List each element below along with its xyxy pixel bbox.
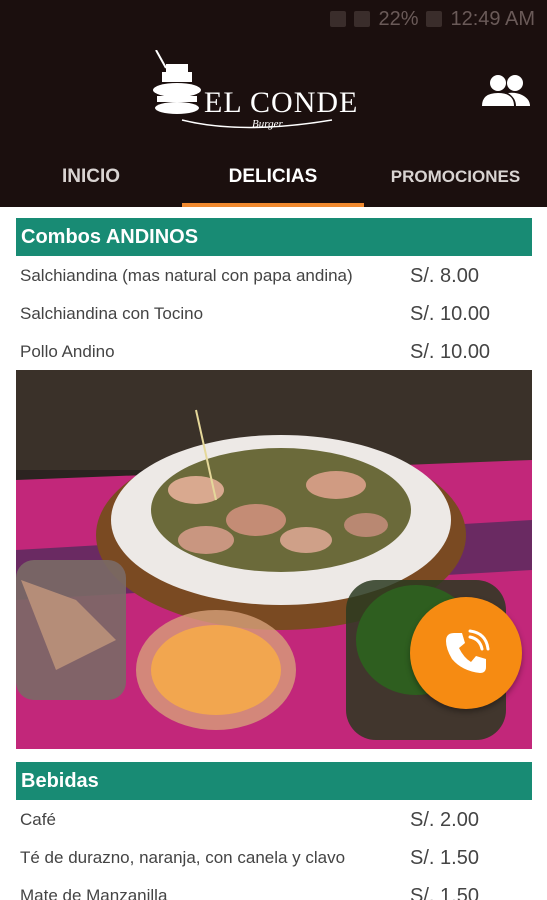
app-bar: 22% 12:49 AM EL CONDE Burger INICIO DELI… xyxy=(0,0,547,207)
item-name: Pollo Andino xyxy=(20,342,115,361)
item-name: Mate de Manzanilla xyxy=(20,886,168,900)
tab-label: INICIO xyxy=(61,165,121,187)
item-price: S/. 10.00 xyxy=(410,303,491,325)
menu-content[interactable]: Combos ANDINOS Salchiandina (mas natural… xyxy=(0,207,547,900)
item-price: S/. 2.00 xyxy=(410,809,479,831)
clock-text: 12:49 AM xyxy=(450,7,535,30)
notification-icon xyxy=(330,11,347,27)
tab-delicias[interactable]: DELICIAS xyxy=(182,146,364,207)
menu-item: Salchiandina con Tocino S/. 10.00 xyxy=(20,295,500,333)
menu-item: Salchiandina (mas natural con papa andin… xyxy=(20,257,500,295)
item-name: Café xyxy=(20,810,56,829)
item-name: Té de durazno, naranja, con canela y cla… xyxy=(20,848,346,867)
item-price: S/. 1.50 xyxy=(410,847,479,869)
menu-item: Té de durazno, naranja, con canela y cla… xyxy=(20,839,500,877)
menu-item: Mate de Manzanilla S/. 1.50 xyxy=(20,877,500,900)
item-name: Salchiandina con Tocino xyxy=(20,304,204,323)
status-bar: 22% 12:49 AM xyxy=(0,0,547,38)
tab-label: DELICIAS xyxy=(228,165,318,187)
tab-inicio[interactable]: INICIO xyxy=(0,146,182,207)
signal-icon xyxy=(354,11,371,27)
menu-item: Café S/. 2.00 xyxy=(20,801,500,839)
tab-bar: INICIO DELICIAS PROMOCIONES xyxy=(0,146,547,207)
section-header-bebidas: Bebidas xyxy=(16,762,532,800)
item-price: S/. 8.00 xyxy=(410,265,479,287)
brand-subtitle: Burger xyxy=(252,118,283,130)
brand-name: EL CONDE xyxy=(204,86,359,119)
item-price: S/. 10.00 xyxy=(410,341,491,363)
section-header-combos: Combos ANDINOS xyxy=(16,218,532,256)
call-button[interactable] xyxy=(410,597,522,709)
tab-promociones[interactable]: PROMOCIONES xyxy=(364,146,547,207)
item-name: Salchiandina (mas natural con papa andin… xyxy=(20,266,353,285)
phone-icon xyxy=(446,629,490,673)
battery-text: 22% xyxy=(378,7,419,30)
battery-icon xyxy=(426,11,443,27)
menu-item: Pollo Andino S/. 10.00 xyxy=(20,333,500,371)
tab-label: PROMOCIONES xyxy=(390,166,521,186)
item-price: S/. 1.50 xyxy=(410,885,479,900)
people-icon[interactable] xyxy=(482,74,530,108)
